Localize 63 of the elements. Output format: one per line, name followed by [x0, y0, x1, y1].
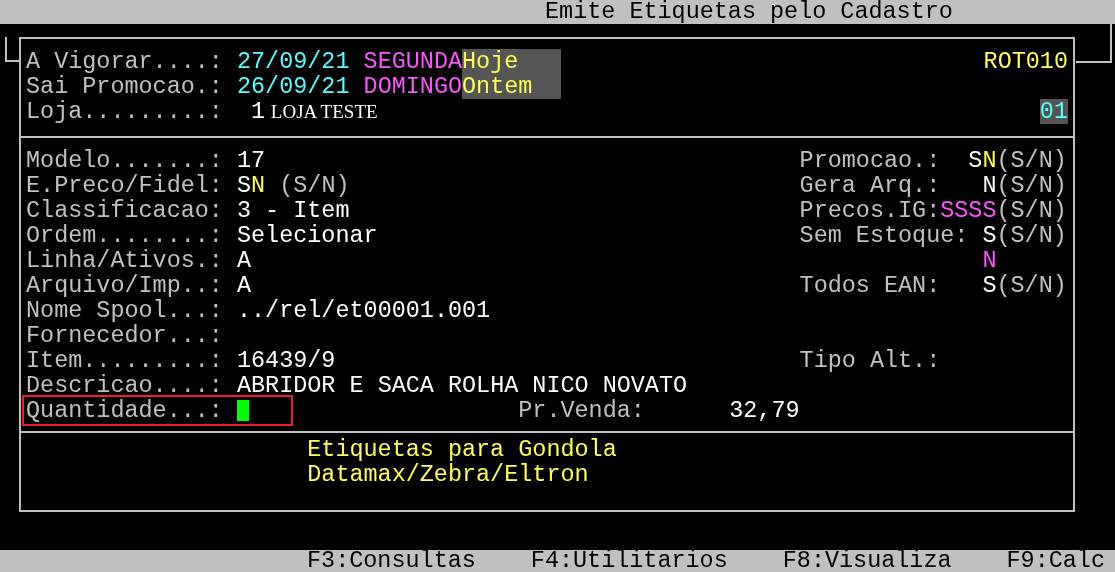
field-label: Sai Promocao.: [26, 74, 223, 99]
field-label: Sem Estoque: [799, 223, 969, 248]
field-value: S [982, 223, 997, 248]
field-value: (S/N) [996, 223, 1067, 248]
field-label: Quantidade...: [26, 398, 223, 423]
field-value: 16439/9 [237, 348, 336, 373]
window-title: Emite Etiquetas pelo Cadastro [545, 1, 953, 23]
field-value: (S/N) [996, 148, 1067, 173]
field-label: Tipo Alt.: [799, 348, 941, 373]
field-label: A Vigorar....: [26, 49, 223, 74]
info-text: Datamax/Zebra/Eltron [307, 462, 589, 487]
field-value: Selecionar [237, 223, 378, 248]
function-key[interactable]: F3:Consultas [307, 550, 476, 572]
field-label: Arquivo/Imp..: [26, 273, 223, 298]
field-value: 17 [237, 148, 266, 173]
store-number: 1 [251, 99, 266, 124]
relative-day: Hoje [462, 49, 561, 74]
date-value: 26/09/21 [237, 74, 350, 99]
field-value: A [237, 248, 252, 273]
field-label: Ordem........: [26, 223, 223, 248]
field-label: Item.........: [26, 348, 223, 373]
field-label: Classificacao: [26, 198, 223, 223]
function-key[interactable]: F4:Utilitarios [530, 550, 728, 572]
program-code: ROT010 [983, 49, 1068, 74]
field-value: 3 - Item [237, 198, 350, 223]
field-value: (S/N) [996, 273, 1067, 298]
field-label: Promocao.: [799, 148, 941, 173]
field-label: Linha/Ativos.: [26, 248, 223, 273]
field-label: E.Preco/Fidel: [26, 173, 223, 198]
field-value: (S/N) [996, 198, 1067, 223]
field-label: Descricao....: [26, 373, 223, 398]
field-value: S [968, 148, 983, 173]
store-code: 01 [1039, 99, 1068, 124]
store-name: LOJA TESTE [270, 100, 378, 124]
field-label: Gera Arq.: [799, 173, 941, 198]
field-value: A [237, 273, 252, 298]
field-label: Modelo.......: [26, 148, 223, 173]
price-value: 32,79 [729, 398, 800, 423]
weekday-value: SEGUNDA [363, 49, 463, 74]
field-value: (S/N) [996, 173, 1067, 198]
field-label: Todos EAN: [799, 273, 941, 298]
field-label: Nome Spool...: [26, 298, 223, 323]
field-value: (S/N) [279, 173, 350, 198]
field-value: N [982, 173, 997, 198]
field-value: N [982, 248, 997, 273]
field-label: Loja.........: [26, 99, 223, 124]
field-value: SSSS [940, 198, 997, 223]
field-value: ../rel/et00001.001 [237, 298, 491, 323]
function-key[interactable]: F8:Visualiza [782, 550, 952, 572]
field-label: Pr.Venda: [518, 398, 645, 423]
function-key[interactable]: F9:Calc [1006, 550, 1105, 572]
text-cursor[interactable] [237, 400, 249, 421]
field-label: Fornecedor...: [26, 323, 223, 348]
field-value: N [982, 148, 997, 173]
weekday-value: DOMINGO [363, 74, 463, 99]
field-value: S [982, 273, 997, 298]
field-value: N [251, 173, 266, 198]
field-label: Precos.IG: [799, 198, 941, 223]
field-value: S [237, 173, 252, 198]
relative-day: Ontem [462, 74, 561, 99]
date-value: 27/09/21 [237, 49, 350, 74]
field-value: ABRIDOR E SACA ROLHA NICO NOVATO [237, 373, 688, 398]
info-text: Etiquetas para Gondola [307, 437, 617, 462]
